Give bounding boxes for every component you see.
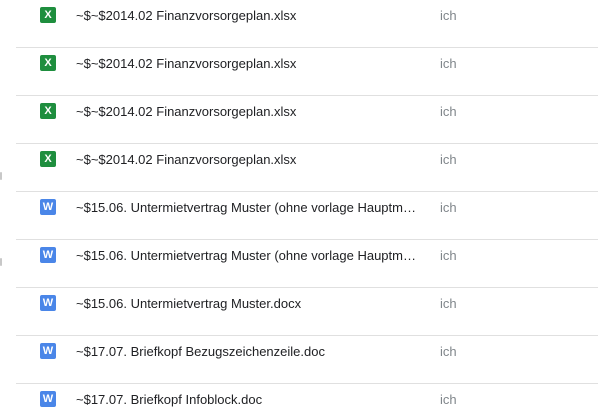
word-icon: W (40, 247, 56, 263)
file-row[interactable]: X ~$~$2014.02 Finanzvorsorgeplan.xlsx ic… (16, 48, 598, 96)
file-name[interactable]: ~$~$2014.02 Finanzvorsorgeplan.xlsx (76, 144, 424, 175)
word-icon: W (40, 295, 56, 311)
file-owner: ich (440, 296, 457, 311)
file-owner: ich (440, 344, 457, 359)
file-name[interactable]: ~$~$2014.02 Finanzvorsorgeplan.xlsx (76, 0, 424, 31)
file-row[interactable]: W ~$17.07. Briefkopf Infoblock.doc ich (16, 384, 598, 418)
file-name[interactable]: ~$17.07. Briefkopf Bezugszeichenzeile.do… (76, 336, 424, 367)
excel-icon: X (40, 151, 56, 167)
file-name[interactable]: ~$15.06. Untermietvertrag Muster (ohne v… (76, 240, 424, 271)
left-edge-marks (0, 0, 4, 418)
word-icon: W (40, 343, 56, 359)
file-row[interactable]: W ~$15.06. Untermietvertrag Muster (ohne… (16, 192, 598, 240)
excel-icon: X (40, 7, 56, 23)
file-name[interactable]: ~$~$2014.02 Finanzvorsorgeplan.xlsx (76, 48, 424, 79)
file-name[interactable]: ~$15.06. Untermietvertrag Muster (ohne v… (76, 192, 424, 223)
file-list: X ~$~$2014.02 Finanzvorsorgeplan.xlsx ic… (16, 0, 598, 418)
file-owner: ich (440, 248, 457, 263)
file-owner: ich (440, 392, 457, 407)
file-owner: ich (440, 200, 457, 215)
file-row[interactable]: W ~$17.07. Briefkopf Bezugszeichenzeile.… (16, 336, 598, 384)
excel-icon: X (40, 103, 56, 119)
word-icon: W (40, 391, 56, 407)
file-name[interactable]: ~$17.07. Briefkopf Infoblock.doc (76, 384, 424, 415)
left-edge-mark (0, 258, 2, 266)
file-owner: ich (440, 152, 457, 167)
file-row[interactable]: W ~$15.06. Untermietvertrag Muster (ohne… (16, 240, 598, 288)
file-name[interactable]: ~$15.06. Untermietvertrag Muster.docx (76, 288, 424, 319)
left-edge-mark (0, 172, 2, 180)
word-icon: W (40, 199, 56, 215)
file-row[interactable]: X ~$~$2014.02 Finanzvorsorgeplan.xlsx ic… (16, 0, 598, 48)
file-owner: ich (440, 8, 457, 23)
drive-file-list-page: X ~$~$2014.02 Finanzvorsorgeplan.xlsx ic… (0, 0, 598, 418)
file-owner: ich (440, 56, 457, 71)
file-name[interactable]: ~$~$2014.02 Finanzvorsorgeplan.xlsx (76, 96, 424, 127)
file-row[interactable]: X ~$~$2014.02 Finanzvorsorgeplan.xlsx ic… (16, 144, 598, 192)
file-row[interactable]: X ~$~$2014.02 Finanzvorsorgeplan.xlsx ic… (16, 96, 598, 144)
excel-icon: X (40, 55, 56, 71)
file-owner: ich (440, 104, 457, 119)
file-row[interactable]: W ~$15.06. Untermietvertrag Muster.docx … (16, 288, 598, 336)
